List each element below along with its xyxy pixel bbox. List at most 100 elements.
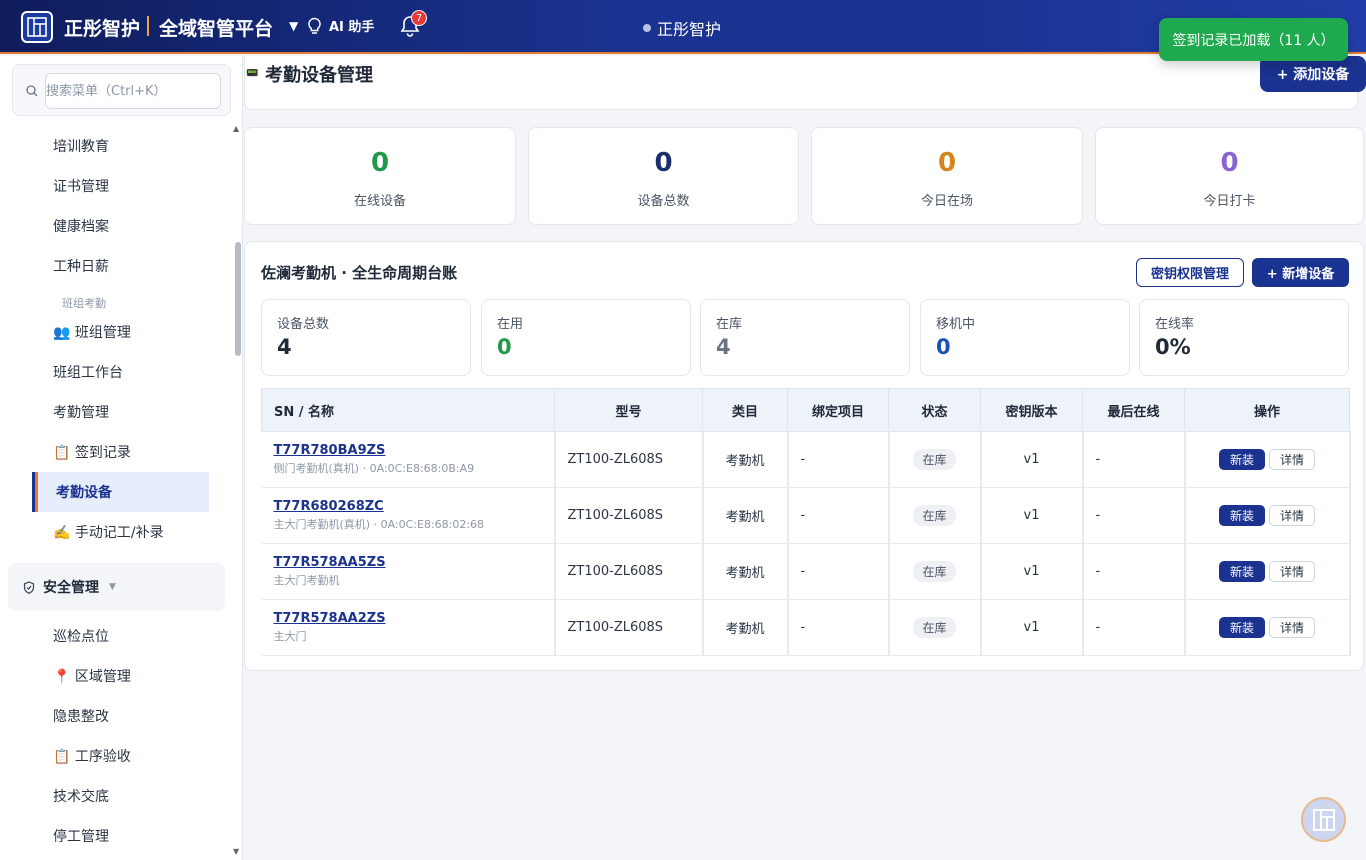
install-button[interactable]: 新装 [1219,449,1265,470]
summary-card-online-rate: 在线率 0% [1139,299,1349,376]
panel-title: 佐澜考勤机 · 全生命周期台账 [261,264,458,282]
sidebar-item-training[interactable]: 培训教育 [0,126,242,166]
app-logo[interactable] [21,11,53,43]
category-cell: 考勤机 [702,431,789,488]
device-description: 主大门考勤机 [273,574,340,587]
sn-cell: T77R578AA2ZS 主大门 [261,599,556,656]
sidebar-item-health-records[interactable]: 健康档案 [0,206,242,246]
details-button[interactable]: 详情 [1269,561,1315,582]
project-cell: - [787,431,890,488]
stat-card-total: 0 设备总数 [528,127,799,225]
sidebar-item-team-workbench[interactable]: 班组工作台 [0,352,242,392]
sidebar-item-patrol-points[interactable]: 巡检点位 [0,616,242,656]
model-cell: ZT100-ZL608S [554,543,704,600]
sidebar-item-attendance-devices[interactable]: 考勤设备 [32,472,209,512]
sidebar: 培训教育 证书管理 健康档案 工种日薪 班组考勤 👥 班组管理 班组工作台 考勤… [0,56,243,860]
sidebar-item-process-acceptance[interactable]: 📋 工序验收 [0,736,242,776]
platform-dropdown-icon[interactable]: ▼ [289,19,298,33]
search-icon [26,85,38,97]
install-button[interactable]: 新装 [1219,561,1265,582]
install-button[interactable]: 新装 [1219,505,1265,526]
device-sn-link[interactable]: T77R780BA9ZS [274,443,554,458]
last-online-cell: - [1082,487,1186,544]
sidebar-item-daily-wage[interactable]: 工种日薪 [0,246,242,286]
status-cell: 在库 [888,431,982,488]
floating-assistant-button[interactable] [1301,797,1346,842]
page-header [244,56,1358,110]
status-badge: 在库 [913,449,956,470]
shield-icon [23,580,35,594]
install-button[interactable]: 新装 [1219,617,1265,638]
status-cell: 在库 [888,487,982,544]
table-row: T77R680268ZC 主大门考勤机(真机) · 0A:0C:E8:68:02… [261,487,1351,544]
column-header: 类目 [702,388,788,432]
column-header: 型号 [554,388,703,432]
stat-value: 0 [654,148,673,178]
summary-value: 4 [277,335,292,359]
actions-cell: 新装 详情 [1184,487,1351,544]
sidebar-item-manual-entry[interactable]: ✍️ 手动记工/补录 [0,512,242,552]
sidebar-group-safety[interactable]: 安全管理 ▼ [8,563,225,611]
chevron-down-icon: ▼ [109,582,116,592]
sidebar-item-hazard-rectification[interactable]: 隐患整改 [0,696,242,736]
ai-assistant-button[interactable]: AI 助手 [306,16,374,35]
status-badge: 在库 [913,617,956,638]
column-header: SN / 名称 [261,388,555,432]
status-badge: 在库 [913,561,956,582]
summary-value: 0 [497,335,512,359]
column-header: 绑定项目 [787,388,889,432]
add-device-button[interactable]: + 添加设备 [1260,56,1366,92]
menu-search [12,64,231,116]
device-sn-link[interactable]: T77R578AA5ZS [274,555,554,570]
column-header: 密钥版本 [980,388,1083,432]
search-input[interactable] [45,73,221,109]
status-cell: 在库 [888,599,982,656]
center-title: 正彤智护 [643,16,721,40]
model-cell: ZT100-ZL608S [554,431,704,488]
key-version-cell: v1 [980,543,1084,600]
scroll-up-icon[interactable]: ▲ [233,124,239,133]
device-sn-link[interactable]: T77R578AA2ZS [274,611,554,626]
last-online-cell: - [1082,599,1186,656]
stat-card-checkins-today: 0 今日打卡 [1095,127,1364,225]
device-sn-link[interactable]: T77R680268ZC [274,499,554,514]
platform-name: 全域智管平台 [159,18,274,40]
stat-label: 在线设备 [353,194,406,209]
summary-card-in-use: 在用 0 [481,299,691,376]
sidebar-item-technical-briefing[interactable]: 技术交底 [0,776,242,816]
sidebar-group-label: 安全管理 [43,580,99,596]
details-button[interactable]: 详情 [1269,617,1315,638]
model-cell: ZT100-ZL608S [554,599,704,656]
sn-cell: T77R680268ZC 主大门考勤机(真机) · 0A:0C:E8:68:02… [261,487,556,544]
column-header: 状态 [888,388,981,432]
summary-card-in-stock: 在库 4 [700,299,910,376]
sidebar-item-checkin-records[interactable]: 📋 签到记录 [0,432,242,472]
sidebar-scrollbar[interactable] [235,242,241,356]
sidebar-item-work-stoppage[interactable]: 停工管理 [0,816,242,856]
stat-card-onsite-today: 0 今日在场 [811,127,1083,225]
last-online-cell: - [1082,543,1186,600]
sidebar-item-area-management[interactable]: 📍 区域管理 [0,656,242,696]
device-icon: 📟 [246,68,259,79]
key-version-cell: v1 [980,487,1084,544]
logo-icon [1312,808,1335,831]
summary-value: 0% [1155,335,1191,359]
key-permission-button[interactable]: 密钥权限管理 [1136,258,1244,287]
table-row: T77R578AA2ZS 主大门 ZT100-ZL608S 考勤机 - 在库 v… [261,599,1351,656]
sidebar-item-team-management[interactable]: 👥 班组管理 [0,312,242,352]
sidebar-item-certificates[interactable]: 证书管理 [0,166,242,206]
new-device-button[interactable]: + 新增设备 [1252,258,1349,287]
project-cell: - [787,543,890,600]
details-button[interactable]: 详情 [1269,449,1315,470]
details-button[interactable]: 详情 [1269,505,1315,526]
device-description: 侧门考勤机(真机) · 0A:0C:E8:68:0B:A9 [273,462,475,475]
center-title-text: 正彤智护 [657,20,722,39]
notification-badge: 7 [411,10,427,26]
table-row: T77R578AA5ZS 主大门考勤机 ZT100-ZL608S 考勤机 - 在… [261,543,1351,600]
summary-value: 4 [716,335,731,359]
sidebar-item-attendance[interactable]: 考勤管理 [0,392,242,432]
device-description: 主大门考勤机(真机) · 0A:0C:E8:68:02:68 [273,518,485,531]
column-header: 操作 [1184,388,1350,432]
scroll-down-icon[interactable]: ▼ [233,847,239,856]
category-cell: 考勤机 [702,487,789,544]
